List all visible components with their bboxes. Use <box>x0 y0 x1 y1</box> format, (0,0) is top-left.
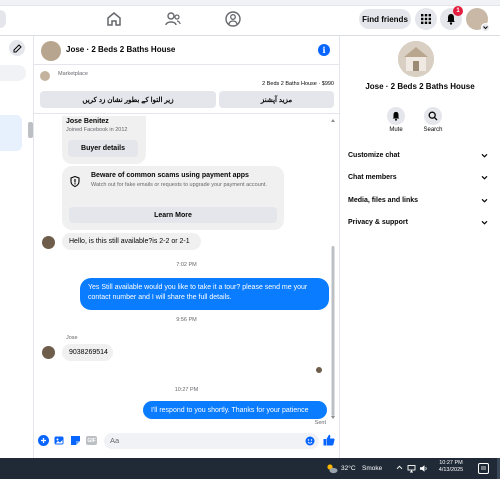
media-files-links-row[interactable]: Media, files and links <box>348 194 488 206</box>
chat-details-sidebar: Jose · 2 Beds 2 Baths House Mute Search <box>340 36 500 458</box>
mute-label: Mute <box>389 127 403 133</box>
menu-grid-icon[interactable] <box>415 8 437 30</box>
message-input-placeholder: Aa <box>110 436 120 445</box>
thumbs-up-icon[interactable] <box>323 434 335 446</box>
buyer-details-button[interactable]: Buyer details <box>68 140 138 157</box>
listing-thumbnail <box>40 71 50 81</box>
chevron-up-icon[interactable] <box>396 464 403 471</box>
emoji-icon[interactable] <box>305 436 315 446</box>
chat-members-label: Chat members <box>348 173 397 181</box>
photo-icon[interactable] <box>54 435 65 446</box>
volume-icon[interactable] <box>419 464 428 473</box>
chat-avatar[interactable] <box>41 41 61 61</box>
account-chevron-icon[interactable] <box>481 23 490 32</box>
chat-list-column <box>0 36 34 458</box>
bell-icon[interactable] <box>387 107 405 125</box>
chat-panel: Jose · 2 Beds 2 Baths House i Marketplac… <box>28 36 340 458</box>
more-options-button[interactable]: مزید آپشنز <box>219 91 334 108</box>
shield-icon <box>70 176 80 187</box>
chat-members-row[interactable]: Chat members <box>348 171 488 183</box>
network-icon[interactable] <box>407 464 416 473</box>
sent-status: Sent <box>314 420 326 426</box>
sticker-icon[interactable] <box>70 435 81 446</box>
message-timestamp: 10:27 PM <box>174 387 199 393</box>
message-scrollbar[interactable] <box>330 118 336 420</box>
message-bubble-outgoing: I'll respond to you shortly. Thanks for … <box>143 401 327 419</box>
seller-card: Jose Benitez Joined Facebook in 2012 Buy… <box>62 116 146 164</box>
mark-pending-button[interactable]: زیر التوا کے بطور نشان زد کریں <box>40 91 216 108</box>
sender-avatar <box>42 346 55 359</box>
top-nav-bar: Find friends 1 <box>0 0 500 36</box>
chat-title[interactable]: Jose · 2 Beds 2 Baths House <box>66 45 175 54</box>
marketplace-label: Marketplace <box>58 71 88 77</box>
groups-icon[interactable] <box>223 9 243 29</box>
sender-name: Jose <box>66 335 78 341</box>
learn-more-button[interactable]: Learn More <box>69 207 277 223</box>
plus-icon[interactable] <box>38 435 49 446</box>
customize-chat-label: Customize chat <box>348 151 400 159</box>
privacy-support-row[interactable]: Privacy & support <box>348 216 488 228</box>
home-icon[interactable] <box>104 9 124 29</box>
listing-text: 2 Beds 2 Baths House · $990 <box>262 81 334 87</box>
friends-icon[interactable] <box>163 9 183 29</box>
search-label: Search <box>423 127 443 133</box>
chevron-down-icon <box>481 220 488 225</box>
left-scrollbar-thumb[interactable] <box>28 122 33 138</box>
customize-chat-row[interactable]: Customize chat <box>348 149 488 161</box>
info-icon[interactable]: i <box>318 44 330 56</box>
seller-name: Jose Benitez <box>66 118 109 125</box>
message-bubble-incoming: 9038269514 <box>62 344 113 361</box>
message-timestamp: 7:02 PM <box>176 262 197 268</box>
message-input[interactable]: Aa <box>104 433 319 449</box>
chat-search-input[interactable] <box>0 65 26 81</box>
message-bubble-incoming: Hello, is this still available?is 2-2 or… <box>62 233 201 250</box>
contact-name: Jose · 2 Beds 2 Baths House <box>365 82 475 91</box>
scam-warning-card: Beware of common scams using payment app… <box>62 166 284 230</box>
notification-center-icon[interactable] <box>478 463 489 474</box>
listing-divider <box>34 113 340 114</box>
clock-date: 4/13/2025 <box>438 467 464 474</box>
temperature-text[interactable]: 32°C <box>341 465 356 472</box>
weather-text[interactable]: Smoke <box>362 465 382 472</box>
contact-avatar[interactable] <box>398 41 434 77</box>
media-files-links-label: Media, files and links <box>348 196 419 204</box>
clock[interactable]: 10:27 PM 4/13/2025 <box>430 460 472 474</box>
notification-count-badge: 1 <box>453 6 463 16</box>
scam-title: Beware of common scams using payment app… <box>91 172 249 179</box>
chevron-down-icon <box>481 198 488 203</box>
weather-icon[interactable] <box>326 463 338 474</box>
browser-strip <box>0 0 500 6</box>
seller-joined: Joined Facebook in 2012 <box>66 127 128 133</box>
privacy-support-label: Privacy & support <box>348 218 408 226</box>
sender-avatar <box>42 236 55 249</box>
message-timestamp: 9:56 PM <box>176 317 197 323</box>
clock-time: 10:27 PM <box>439 460 463 466</box>
chevron-down-icon <box>481 153 488 158</box>
read-receipt-avatar <box>316 367 322 373</box>
new-message-icon[interactable] <box>9 40 25 56</box>
header-divider <box>34 64 340 65</box>
scam-body: Watch out for fake emails or requests to… <box>91 182 267 188</box>
gif-icon[interactable]: GIF <box>86 436 97 445</box>
search-icon[interactable] <box>424 107 442 125</box>
message-bubble-outgoing: Yes Still available would you like to ta… <box>80 278 329 310</box>
windows-taskbar: 32°C Smoke 10:27 PM 4/13/2025 <box>0 458 500 479</box>
search-bar-edge[interactable] <box>0 10 6 28</box>
selected-chat-item[interactable] <box>0 115 22 151</box>
chevron-down-icon <box>481 175 488 180</box>
find-friends-button[interactable]: Find friends <box>359 9 411 29</box>
